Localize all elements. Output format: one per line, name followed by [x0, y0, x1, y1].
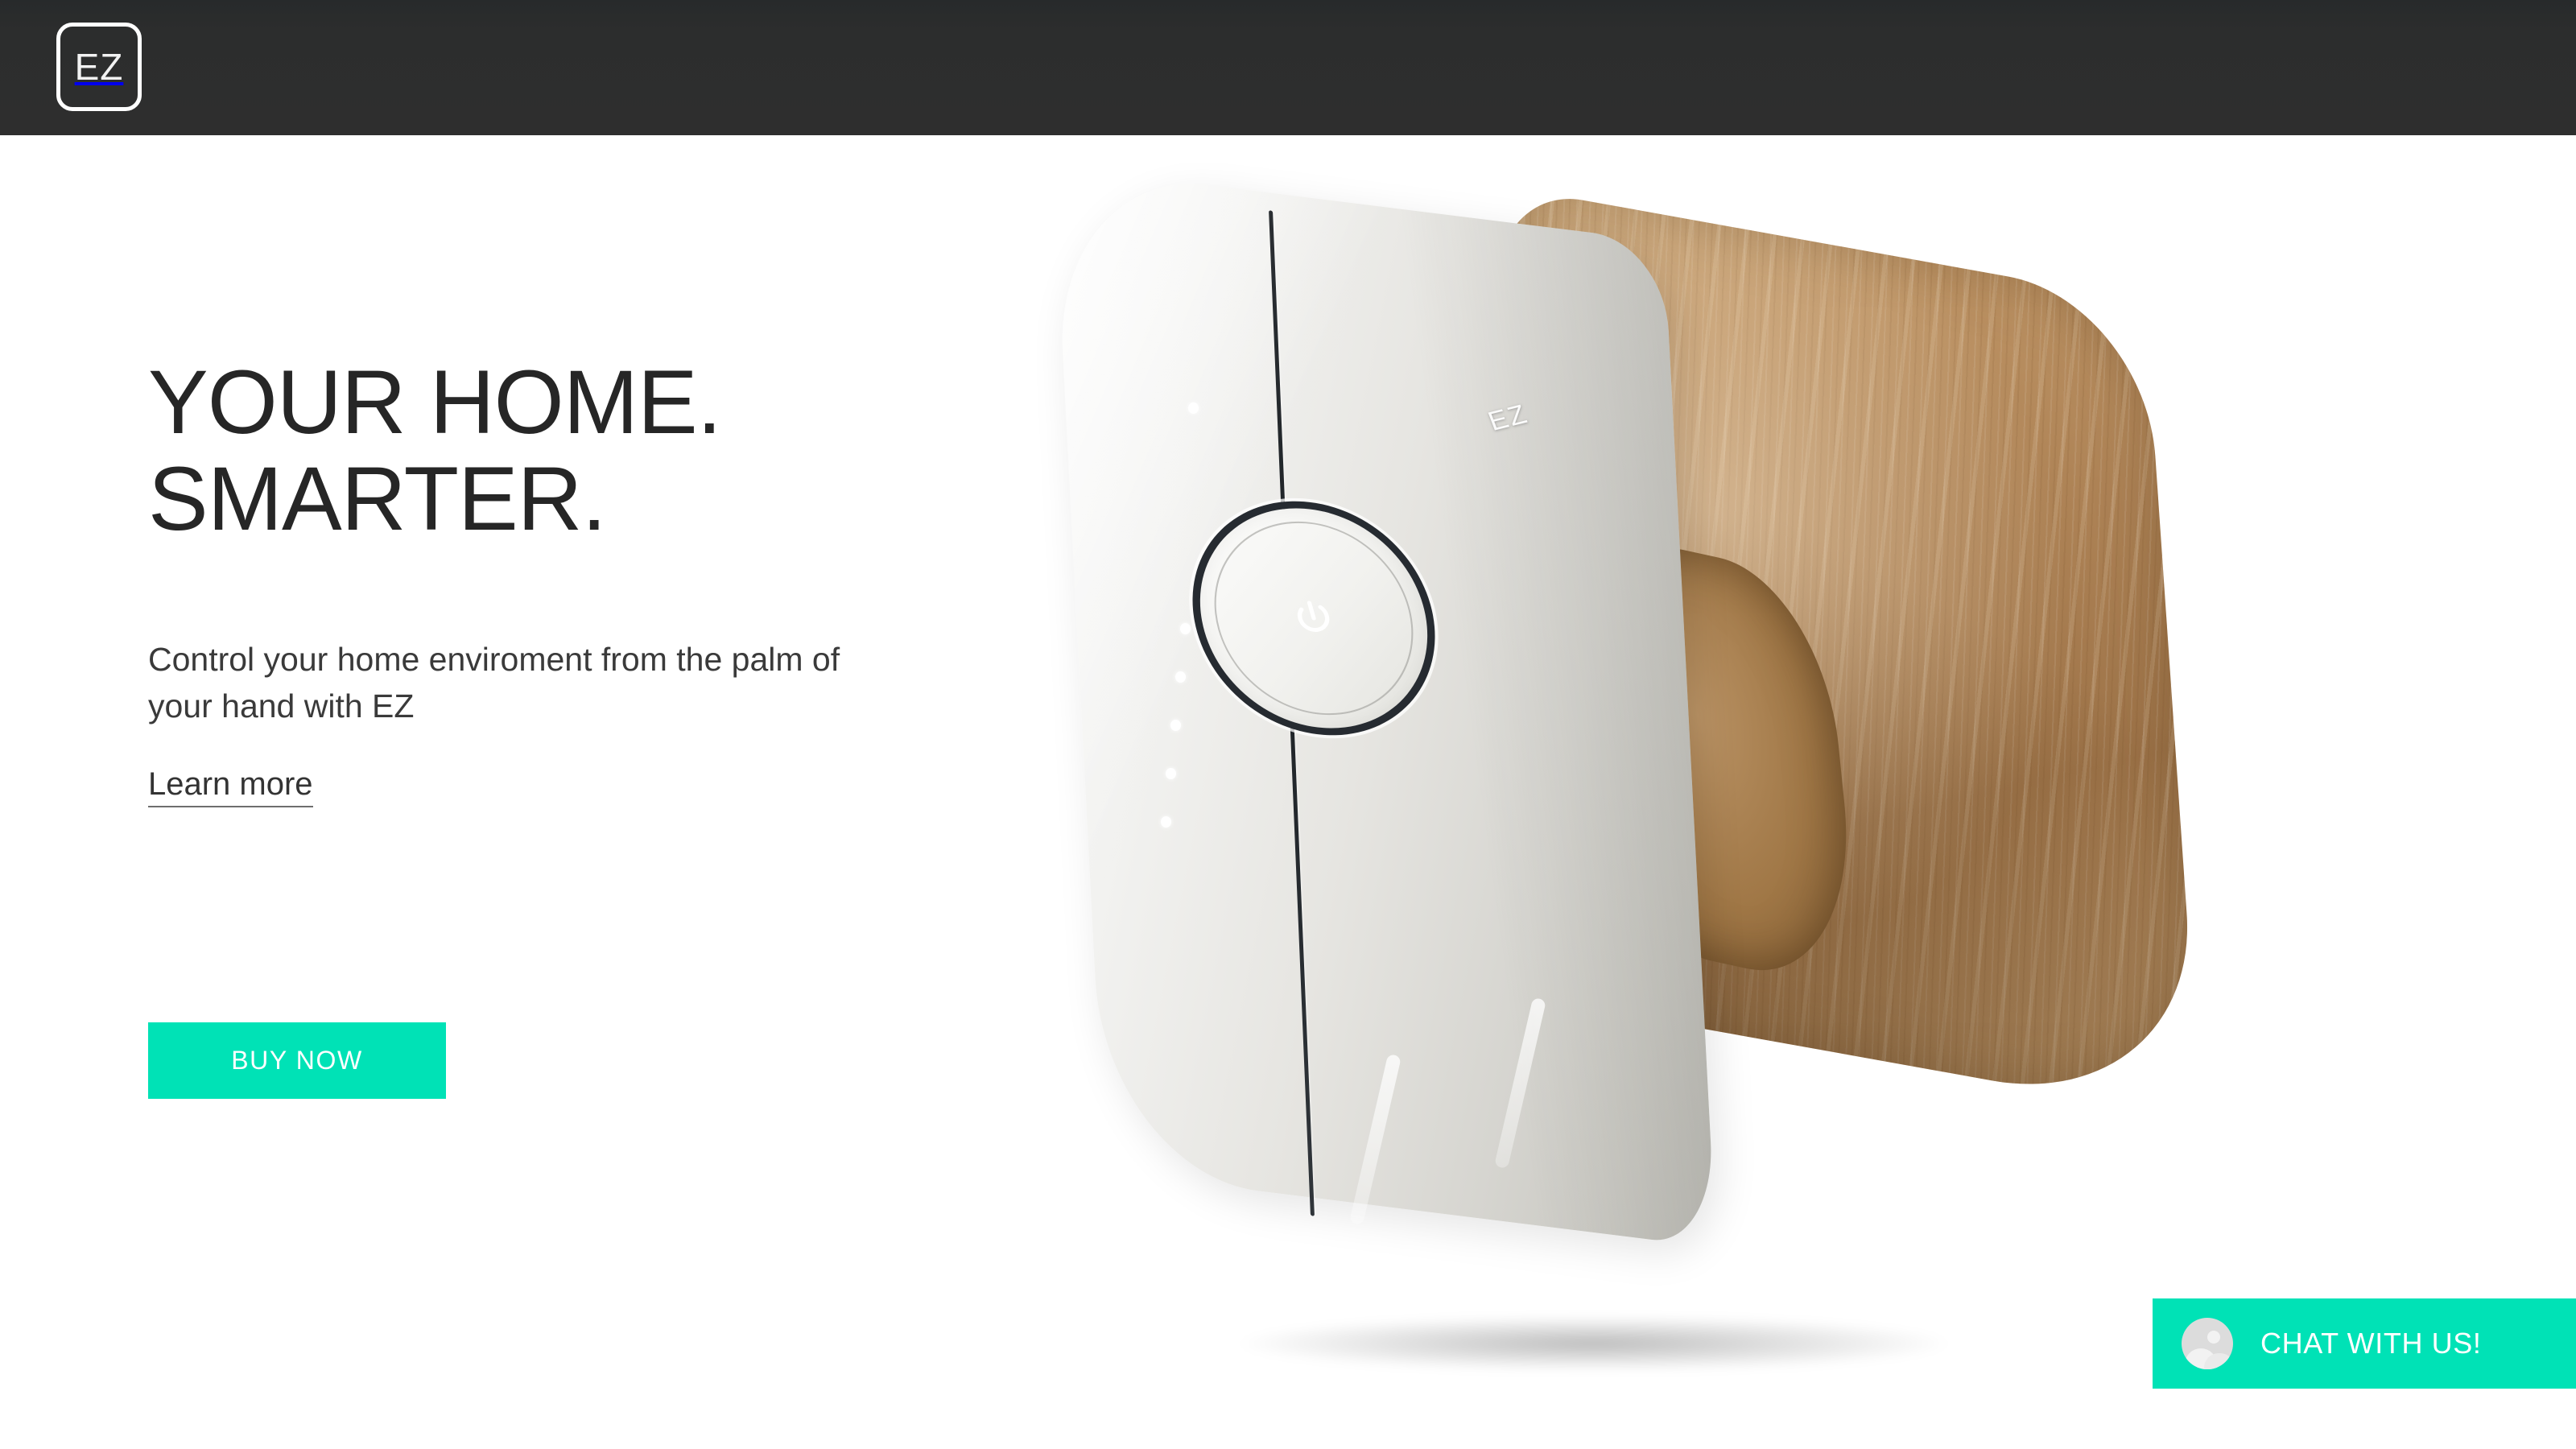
device-led-dot: [1180, 623, 1191, 634]
hero-buy-now-button[interactable]: BUY NOW: [148, 1022, 446, 1099]
page-title: YOUR HOME. SMARTER.: [148, 354, 1034, 547]
device-led-dot: [1170, 720, 1181, 731]
placeholder-sun-shape: [2207, 1331, 2220, 1344]
device-ground-shadow: [1232, 1315, 1956, 1372]
learn-more-link[interactable]: Learn more: [148, 766, 313, 808]
site-header: EZ HOME NEWSLETTER SUPPORT EXPERTS REVIE…: [0, 0, 2576, 135]
chat-with-us-label: CHAT WITH US!: [2260, 1327, 2482, 1360]
hero-subtitle: Control your home enviroment from the pa…: [148, 640, 840, 724]
brand-logo-text: EZ: [74, 46, 124, 88]
image-placeholder-icon: [2182, 1318, 2233, 1369]
chat-with-us-button[interactable]: CHAT WITH US!: [2153, 1298, 2576, 1389]
device-led-dot: [1166, 768, 1176, 779]
hero-title-line-1: YOUR HOME.: [148, 352, 722, 452]
device-led-dot: [1188, 402, 1199, 414]
hero-title-line-2: SMARTER.: [148, 448, 607, 549]
hero-buy-now-label: BUY NOW: [231, 1046, 363, 1075]
device-led-dot: [1161, 816, 1171, 828]
device-led-dot: [1175, 671, 1186, 683]
brand-logo[interactable]: EZ: [56, 23, 142, 111]
smart-hub-device: EZ: [1030, 135, 2286, 1439]
hero-section: YOUR HOME. SMARTER. Control your home en…: [148, 354, 1034, 1099]
product-hero-image: EZ: [1030, 135, 2576, 1449]
